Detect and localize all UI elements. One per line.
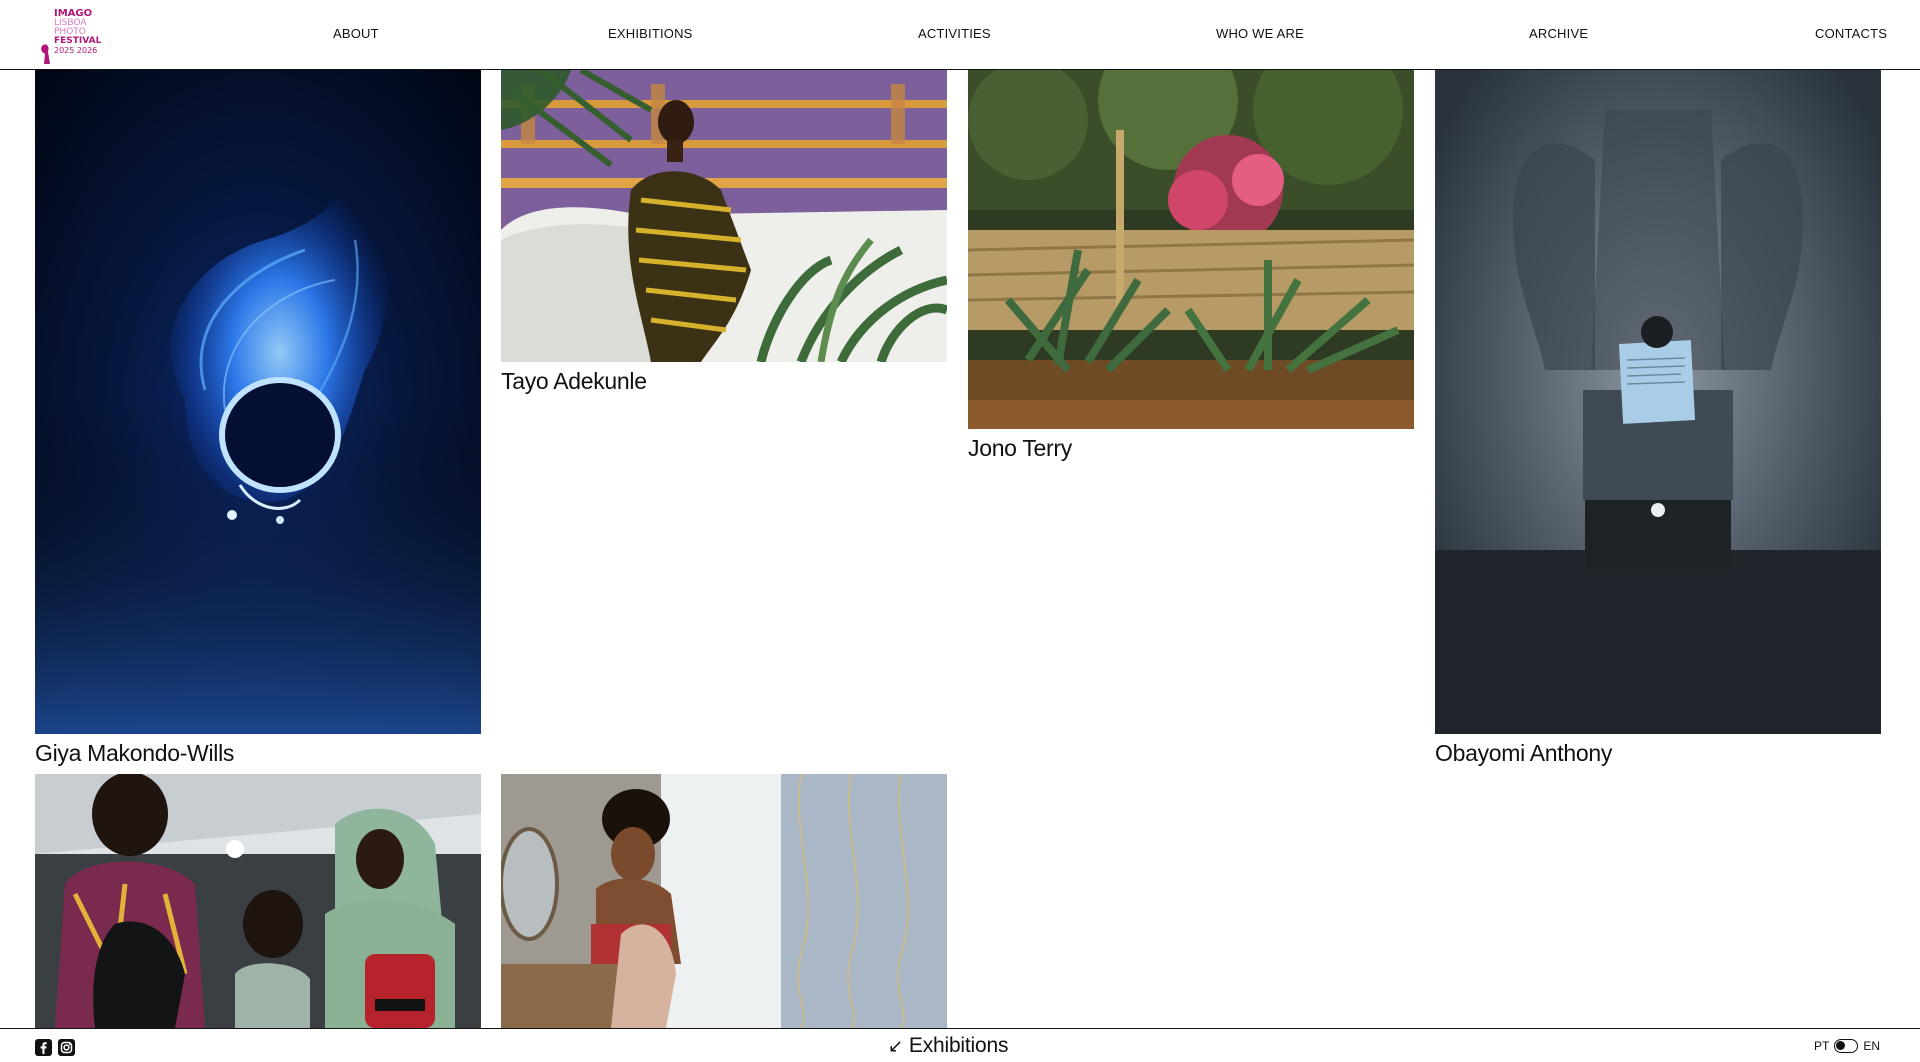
site-header: IMAGO LISBOA PHOTO FESTIVAL 2025 2026 AB… — [0, 0, 1920, 70]
lang-en[interactable]: EN — [1863, 1039, 1880, 1053]
lang-pt[interactable]: PT — [1814, 1039, 1829, 1053]
artist-photo-5[interactable] — [35, 774, 481, 1028]
festival-logo[interactable]: IMAGO LISBOA PHOTO FESTIVAL 2025 2026 — [40, 2, 110, 66]
artist-photo-obayomi[interactable] — [1435, 70, 1881, 734]
section-indicator[interactable]: ↙ Exhibitions — [888, 1034, 1008, 1058]
svg-text:2025 2026: 2025 2026 — [54, 46, 97, 55]
artist-name[interactable]: Jono Terry — [968, 435, 1072, 462]
facebook-icon[interactable] — [35, 1039, 52, 1056]
artist-card-5[interactable] — [35, 774, 481, 1028]
nav-exhibitions[interactable]: EXHIBITIONS — [608, 26, 693, 41]
nav-archive[interactable]: ARCHIVE — [1529, 26, 1588, 41]
language-toggle[interactable] — [1834, 1039, 1859, 1053]
artist-name[interactable]: Giya Makondo-Wills — [35, 740, 234, 767]
nav-who-we-are[interactable]: WHO WE ARE — [1216, 26, 1304, 41]
artist-card-jono[interactable]: Jono Terry — [968, 70, 1414, 470]
instagram-icon[interactable] — [58, 1039, 75, 1056]
site-footer: ↙ Exhibitions PT EN — [0, 1028, 1920, 1062]
language-switcher: PT EN — [1814, 1039, 1880, 1053]
artist-card-obayomi[interactable]: Obayomi Anthony — [1435, 70, 1881, 770]
artist-name[interactable]: Tayo Adekunle — [501, 368, 647, 395]
artist-photo-tayo[interactable] — [501, 70, 947, 362]
exhibitions-grid: Giya Makondo-Wills Tayo Adekunle Jono Te… — [0, 0, 1920, 1062]
arrow-down-left-icon: ↙ — [888, 1036, 903, 1056]
artist-photo-jono[interactable] — [968, 70, 1414, 429]
nav-activities[interactable]: ACTIVITIES — [918, 26, 991, 41]
section-label: Exhibitions — [908, 1034, 1009, 1057]
artist-card-giya[interactable]: Giya Makondo-Wills — [35, 70, 481, 770]
toggle-knob — [1836, 1041, 1846, 1050]
artist-card-6[interactable] — [501, 774, 947, 1028]
artist-card-tayo[interactable]: Tayo Adekunle — [501, 70, 947, 400]
svg-text:FESTIVAL: FESTIVAL — [54, 36, 102, 46]
artist-photo-giya[interactable] — [35, 70, 481, 734]
artist-photo-6[interactable] — [501, 774, 947, 1028]
nav-about[interactable]: ABOUT — [333, 26, 379, 41]
artist-name[interactable]: Obayomi Anthony — [1435, 740, 1612, 767]
nav-contacts[interactable]: CONTACTS — [1815, 26, 1887, 41]
